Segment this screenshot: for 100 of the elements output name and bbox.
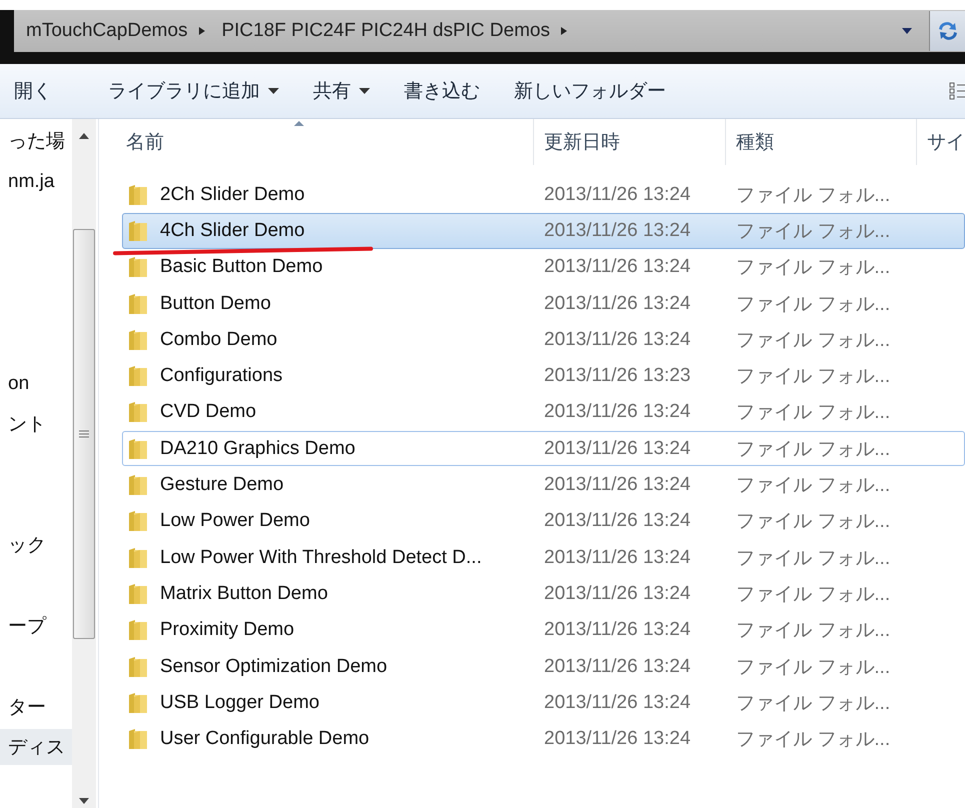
folder-icon [128, 328, 148, 351]
file-name: Low Power With Threshold Detect D... [160, 546, 482, 569]
file-type: ファイル フォル... [736, 656, 890, 680]
scrollbar[interactable] [72, 119, 96, 808]
nav-item[interactable]: ント [0, 406, 72, 442]
file-type: ファイル フォル... [736, 474, 890, 498]
file-row[interactable]: Button Demo 2013/11/26 13:24 ファイル フォル... [122, 286, 965, 322]
modified-date: 2013/11/26 13:24 [544, 692, 691, 714]
scroll-down-icon[interactable] [79, 798, 89, 804]
modified-date: 2013/11/26 13:24 [544, 220, 691, 242]
modified-date: 2013/11/26 13:24 [544, 510, 691, 532]
nav-item[interactable]: った場 [0, 123, 72, 160]
nav-item[interactable]: ディス [0, 729, 72, 766]
file-type: ファイル フォル... [736, 510, 890, 534]
modified-date: 2013/11/26 13:24 [544, 401, 691, 424]
file-name: 2Ch Slider Demo [160, 184, 305, 206]
file-row[interactable]: CVD Demo 2013/11/26 13:24 ファイル フォル... [122, 394, 965, 430]
file-name: Button Demo [160, 292, 271, 315]
folder-icon [128, 256, 148, 278]
file-type: ファイル フォル... [736, 728, 890, 752]
file-type: ファイル フォル... [736, 546, 890, 571]
modified-date: 2013/11/26 13:24 [544, 728, 691, 750]
folder-icon [128, 184, 148, 206]
folder-icon [128, 474, 148, 496]
file-type: ファイル フォル... [736, 256, 890, 280]
column-header[interactable]: 更新日時 [534, 119, 726, 165]
file-row[interactable]: User Configurable Demo 2013/11/26 13:24 ファイル フォル... [122, 721, 965, 757]
file-type: ファイル フォル... [736, 619, 890, 644]
modified-date: 2013/11/26 13:24 [544, 546, 691, 569]
file-name: Sensor Optimization Demo [160, 656, 388, 678]
file-row[interactable]: DA210 Graphics Demo 2013/11/26 13:24 ファイル フォル... [122, 431, 965, 466]
folder-icon [128, 438, 148, 460]
file-name: CVD Demo [160, 401, 256, 424]
file-type: ファイル フォル... [736, 438, 890, 462]
toolbar-button[interactable]: 共有 [301, 74, 382, 108]
file-name: Low Power Demo [160, 510, 310, 532]
chevron-icon[interactable] [198, 26, 206, 36]
file-type: ファイル フォル... [736, 692, 890, 716]
dropdown-caret-icon[interactable] [901, 27, 913, 35]
folder-icon [128, 656, 148, 678]
scrollbar-thumb[interactable] [73, 229, 95, 639]
folder-icon [128, 619, 148, 642]
column-header[interactable]: 名前 [99, 119, 534, 165]
file-name: Configurations [160, 365, 283, 388]
refresh-button[interactable] [929, 11, 965, 51]
modified-date: 2013/11/26 13:24 [544, 619, 691, 642]
file-row[interactable]: 2Ch Slider Demo 2013/11/26 13:24 ファイル フォル... [122, 177, 965, 212]
file-type: ファイル フォル... [736, 328, 890, 353]
file-row[interactable]: 4Ch Slider Demo 2013/11/26 13:24 ファイル フォル... [122, 213, 965, 249]
file-row[interactable]: Gesture Demo 2013/11/26 13:24 ファイル フォル... [122, 467, 965, 503]
file-row[interactable]: USB Logger Demo 2013/11/26 13:24 ファイル フォル... [122, 685, 965, 720]
nav-item[interactable]: ター [0, 688, 72, 725]
file-type: ファイル フォル... [736, 582, 890, 607]
view-icon[interactable] [949, 81, 965, 101]
nav-item[interactable]: on [0, 366, 72, 402]
folder-icon [128, 546, 148, 569]
folder-icon [128, 292, 148, 315]
file-name: 4Ch Slider Demo [160, 220, 305, 242]
toolbar-button[interactable]: 書き込む [392, 74, 492, 108]
folder-icon [128, 220, 148, 242]
file-name: USB Logger Demo [160, 692, 320, 714]
nav-item[interactable]: nm.ja [0, 164, 72, 200]
modified-date: 2013/11/26 13:24 [544, 328, 691, 351]
scroll-up-icon[interactable] [79, 133, 89, 139]
modified-date: 2013/11/26 13:24 [544, 656, 691, 678]
file-row[interactable]: Low Power With Threshold Detect D... 2013/11/26 13:24 ファイル フォル... [122, 540, 965, 576]
file-row[interactable]: Sensor Optimization Demo 2013/11/26 13:24 ファイル フォル... [122, 648, 965, 684]
column-header[interactable]: サイ [917, 119, 965, 165]
nav-item[interactable]: ープ [0, 608, 72, 644]
column-header[interactable]: 種類 [726, 119, 917, 165]
breadcrumb[interactable]: mTouchCapDemos [26, 20, 188, 42]
folder-icon [128, 510, 148, 532]
file-row[interactable]: Combo Demo 2013/11/26 13:24 ファイル フォル... [122, 322, 965, 358]
file-row[interactable]: Low Power Demo 2013/11/26 13:24 ファイル フォル... [122, 504, 965, 539]
file-row[interactable]: Configurations 2013/11/26 13:23 ファイル フォル... [122, 358, 965, 394]
sort-arrow-icon [294, 121, 304, 126]
chevron-icon[interactable] [560, 26, 568, 36]
file-row[interactable]: Matrix Button Demo 2013/11/26 13:24 ファイル フォル... [122, 576, 965, 612]
folder-icon [128, 582, 148, 605]
address-bar[interactable]: mTouchCapDemos PIC18F PIC24F PIC24H dsPIC Demos [14, 10, 965, 52]
file-name: User Configurable Demo [160, 728, 370, 750]
modified-date: 2013/11/26 13:24 [544, 582, 691, 605]
file-row[interactable]: Proximity Demo 2013/11/26 13:24 ファイル フォル... [122, 612, 965, 648]
file-row[interactable]: Basic Button Demo 2013/11/26 13:24 ファイル フォル... [122, 250, 965, 285]
folder-icon [128, 692, 148, 714]
file-type: ファイル フォル... [736, 292, 890, 317]
file-name: DA210 Graphics Demo [160, 438, 356, 460]
toolbar-button[interactable]: 開く [14, 74, 64, 108]
modified-date: 2013/11/26 13:23 [544, 365, 691, 388]
modified-date: 2013/11/26 13:24 [544, 438, 691, 460]
modified-date: 2013/11/26 13:24 [544, 474, 691, 496]
file-name: Combo Demo [160, 328, 278, 351]
nav-item[interactable]: ック [0, 527, 72, 564]
toolbar-button[interactable]: 新しいフォルダー [502, 74, 678, 108]
file-type: ファイル フォル... [736, 184, 890, 208]
modified-date: 2013/11/26 13:24 [544, 292, 691, 315]
toolbar-button[interactable]: ライブラリに追加 [96, 74, 291, 108]
file-name: Gesture Demo [160, 474, 284, 496]
breadcrumb[interactable]: PIC18F PIC24F PIC24H dsPIC Demos [222, 20, 550, 42]
folder-icon [128, 401, 148, 424]
